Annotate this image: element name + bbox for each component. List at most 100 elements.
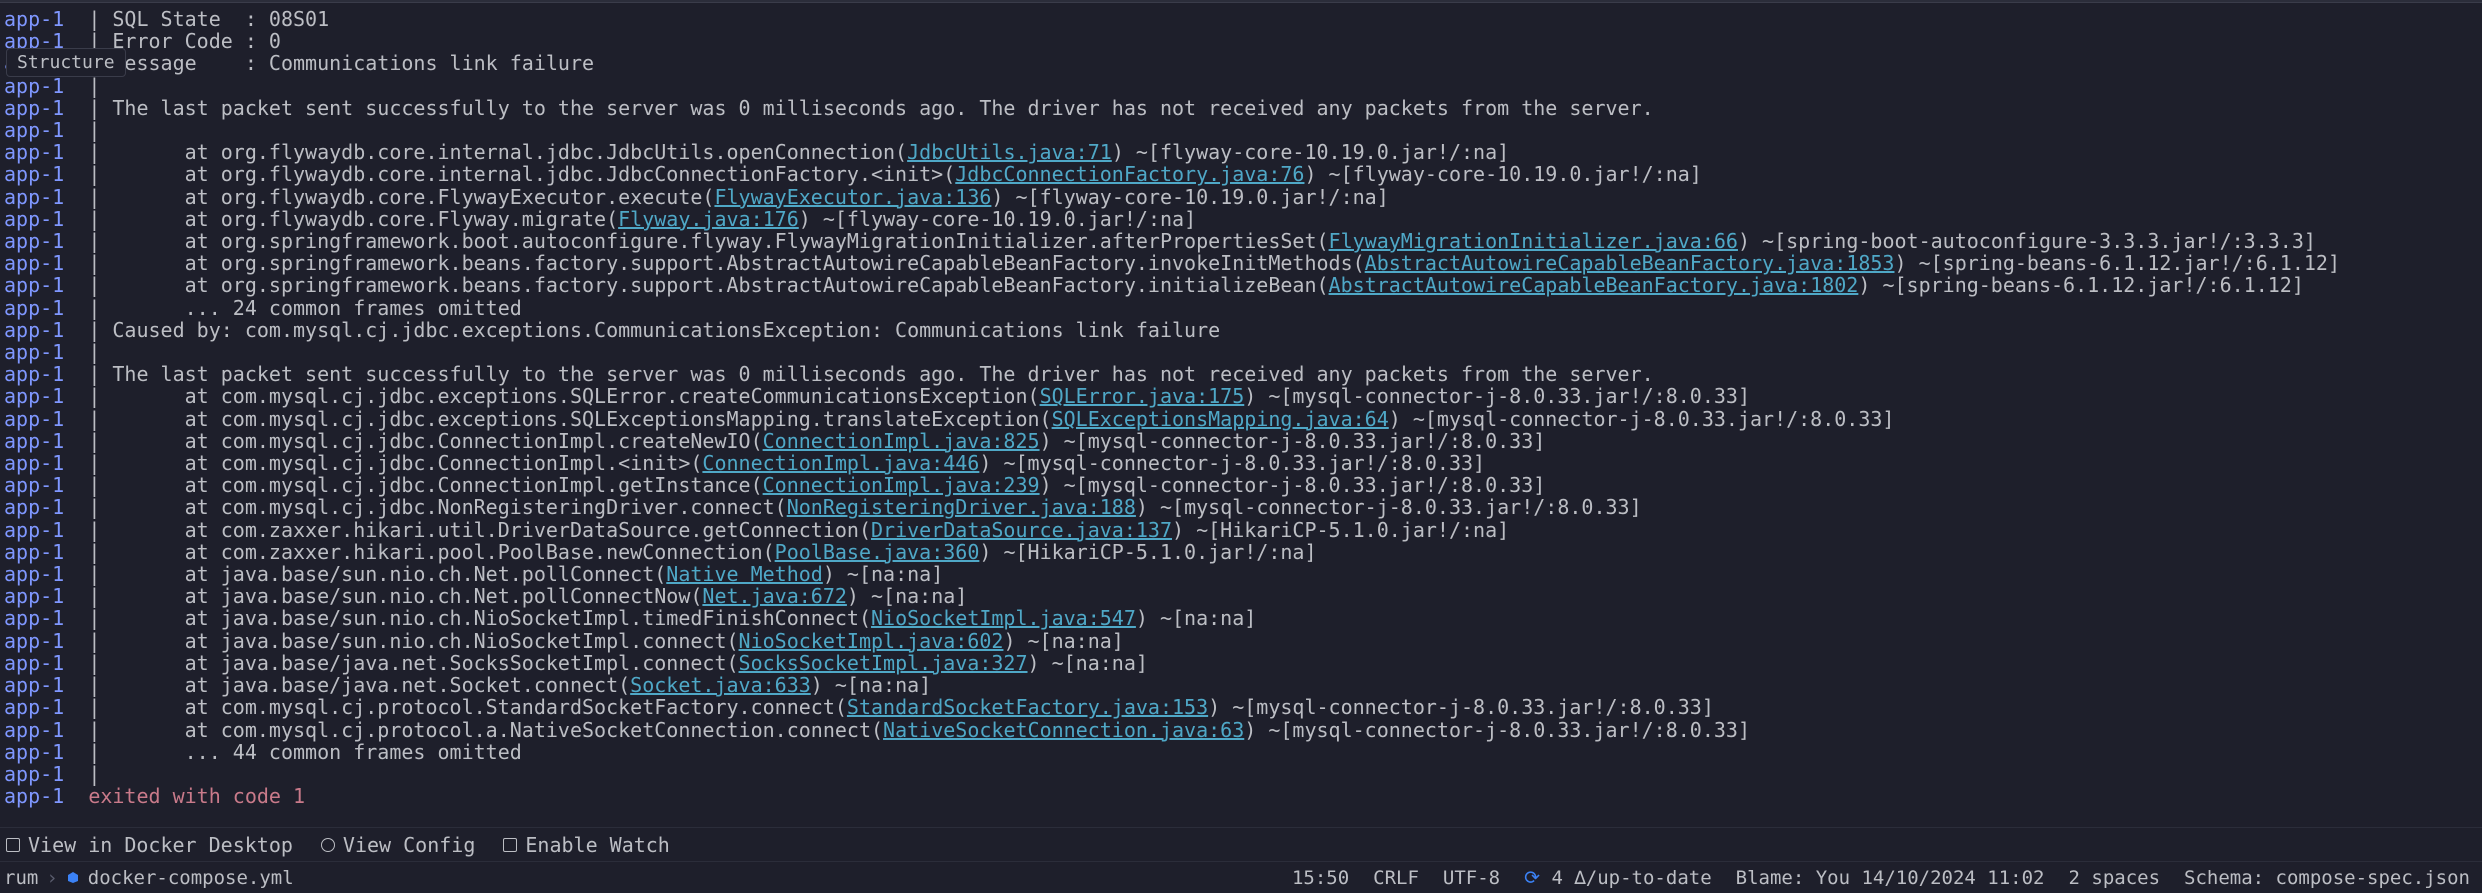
view-in-docker-desktop-button[interactable]: View in Docker Desktop [6,833,293,857]
log-text: | Message : Communications link failure [88,51,594,75]
source-link[interactable]: Native Method [666,562,823,586]
log-text: ) ~[flyway-core-10.19.0.jar!/:na] [991,185,1388,209]
source-link[interactable]: StandardSocketFactory.java:153 [847,695,1208,719]
log-text: ) ~[na:na] [1028,651,1148,675]
sync-icon: ⟳ [1524,867,1540,889]
log-source-label: app-1 [4,740,64,764]
source-link[interactable]: FlywayMigrationInitializer.java:66 [1329,229,1738,253]
log-line: app-1 | ... 24 common frames omitted [4,297,2482,319]
log-text: ) ~[mysql-connector-j-8.0.33.jar!/:8.0.3… [1136,495,1642,519]
log-line: app-1 | at com.zaxxer.hikari.util.Driver… [4,519,2482,541]
source-link[interactable]: AbstractAutowireCapableBeanFactory.java:… [1329,273,1859,297]
log-text: | at org.flywaydb.core.internal.jdbc.Jdb… [88,140,907,164]
source-link[interactable]: Socket.java:633 [630,673,811,697]
log-source-label: app-1 [4,118,64,142]
source-link[interactable]: FlywayExecutor.java:136 [714,185,991,209]
log-source-label: app-1 [4,318,64,342]
enable-watch-button[interactable]: Enable Watch [503,833,670,857]
log-exit-message: exited with code 1 [88,784,305,808]
log-text: ) ~[na:na] [1136,606,1256,630]
view-in-docker-desktop-label: View in Docker Desktop [28,833,293,857]
source-link[interactable]: SQLExceptionsMapping.java:64 [1052,407,1389,431]
view-config-button[interactable]: View Config [321,833,475,857]
log-line: app-1 | ... 44 common frames omitted [4,741,2482,763]
log-source-label: app-1 [4,562,64,586]
source-link[interactable]: SocksSocketImpl.java:327 [739,651,1028,675]
log-text: ) ~[mysql-connector-j-8.0.33.jar!/:8.0.3… [1040,429,1546,453]
git-blame-status[interactable]: Blame: You 14/10/2024 11:02 [1736,867,2045,889]
log-source-label: app-1 [4,673,64,697]
log-line: app-1 | Message : Communications link fa… [4,52,2482,74]
source-link[interactable]: Flyway.java:176 [618,207,799,231]
log-source-label: app-1 [4,540,64,564]
log-source-label: app-1 [4,762,64,786]
log-source-label: app-1 [4,96,64,120]
log-text: ) ~[na:na] [1003,629,1123,653]
log-line: app-1 | at org.springframework.beans.fac… [4,274,2482,296]
config-icon [321,838,335,852]
log-text: | at org.flywaydb.core.FlywayExecutor.ex… [88,185,714,209]
source-link[interactable]: SQLError.java:175 [1040,384,1245,408]
source-link[interactable]: DriverDataSource.java:137 [871,518,1172,542]
log-line: app-1 | at java.base/java.net.Socket.con… [4,674,2482,696]
source-link[interactable]: PoolBase.java:360 [775,540,980,564]
log-line: app-1 | at java.base/sun.nio.ch.NioSocke… [4,630,2482,652]
log-source-label: app-1 [4,340,64,364]
log-text: ) ~[mysql-connector-j-8.0.33.jar!/:8.0.3… [1040,473,1546,497]
vcs-sync-status[interactable]: ⟳ 4 ∆/up-to-date [1524,867,1712,889]
log-source-label: app-1 [4,429,64,453]
log-text: | at java.base/sun.nio.ch.NioSocketImpl.… [88,606,871,630]
log-source-label: app-1 [4,518,64,542]
source-link[interactable]: ConnectionImpl.java:825 [763,429,1040,453]
log-line: app-1 | at com.mysql.cj.jdbc.NonRegister… [4,496,2482,518]
log-text: | [88,74,112,98]
log-source-label: app-1 [4,8,64,31]
log-source-label: app-1 [4,695,64,719]
source-link[interactable]: AbstractAutowireCapableBeanFactory.java:… [1365,251,1895,275]
source-link[interactable]: NioSocketImpl.java:547 [871,606,1136,630]
source-link[interactable]: Net.java:672 [702,584,847,608]
source-link[interactable]: NonRegisteringDriver.java:188 [787,495,1136,519]
log-text: | at org.flywaydb.core.internal.jdbc.Jdb… [88,162,955,186]
source-link[interactable]: JdbcConnectionFactory.java:76 [955,162,1304,186]
source-link[interactable]: JdbcUtils.java:71 [907,140,1112,164]
log-line: app-1 | Error Code : 0 [4,30,2482,52]
log-line: app-1 | at com.mysql.cj.jdbc.ConnectionI… [4,452,2482,474]
vcs-sync-label: 4 ∆/up-to-date [1551,867,1711,889]
log-line: app-1 | at org.flywaydb.core.internal.jd… [4,141,2482,163]
log-source-label: app-1 [4,251,64,275]
log-text: | at java.base/sun.nio.ch.NioSocketImpl.… [88,629,738,653]
file-encoding[interactable]: UTF-8 [1443,867,1500,889]
log-source-label: app-1 [4,407,64,431]
log-text: | at com.mysql.cj.jdbc.ConnectionImpl.cr… [88,429,762,453]
log-text: | at com.mysql.cj.jdbc.ConnectionImpl.<i… [88,451,702,475]
services-log-output[interactable]: app-1 | SQL State : 08S01app-1 | Error C… [0,8,2482,823]
source-link[interactable]: ConnectionImpl.java:239 [763,473,1040,497]
schema-status[interactable]: Schema: compose-spec.json [2184,867,2470,889]
log-line: app-1 | at org.flywaydb.core.Flyway.migr… [4,208,2482,230]
source-link[interactable]: ConnectionImpl.java:446 [702,451,979,475]
log-text: | ... 24 common frames omitted [88,296,521,320]
log-line: app-1 | The last packet sent successfull… [4,363,2482,385]
log-line: app-1 | at com.mysql.cj.jdbc.exceptions.… [4,385,2482,407]
cursor-position[interactable]: 15:50 [1292,867,1349,889]
log-text: ) ~[mysql-connector-j-8.0.33.jar!/:8.0.3… [1208,695,1714,719]
log-text: ) ~[flyway-core-10.19.0.jar!/:na] [1304,162,1701,186]
docker-desktop-icon [6,838,20,852]
source-link[interactable]: NioSocketImpl.java:602 [739,629,1004,653]
structure-toolwindow-tab[interactable]: Structure [6,48,126,77]
indent-status[interactable]: 2 spaces [2069,867,2161,889]
log-source-label: app-1 [4,584,64,608]
breadcrumb-root[interactable]: rum [4,867,38,889]
log-line: app-1 | at com.mysql.cj.jdbc.ConnectionI… [4,430,2482,452]
log-line: app-1 | SQL State : 08S01 [4,8,2482,30]
log-text: | at com.mysql.cj.protocol.a.NativeSocke… [88,718,883,742]
log-source-label: app-1 [4,384,64,408]
breadcrumb-file[interactable]: docker-compose.yml [88,867,294,889]
line-separator[interactable]: CRLF [1373,867,1419,889]
log-text: ) ~[flyway-core-10.19.0.jar!/:na] [1112,140,1509,164]
log-text: ) ~[spring-boot-autoconfigure-3.3.3.jar!… [1738,229,2316,253]
source-link[interactable]: NativeSocketConnection.java:63 [883,718,1244,742]
log-source-label: app-1 [4,162,64,186]
log-line: app-1 exited with code 1 [4,785,2482,807]
